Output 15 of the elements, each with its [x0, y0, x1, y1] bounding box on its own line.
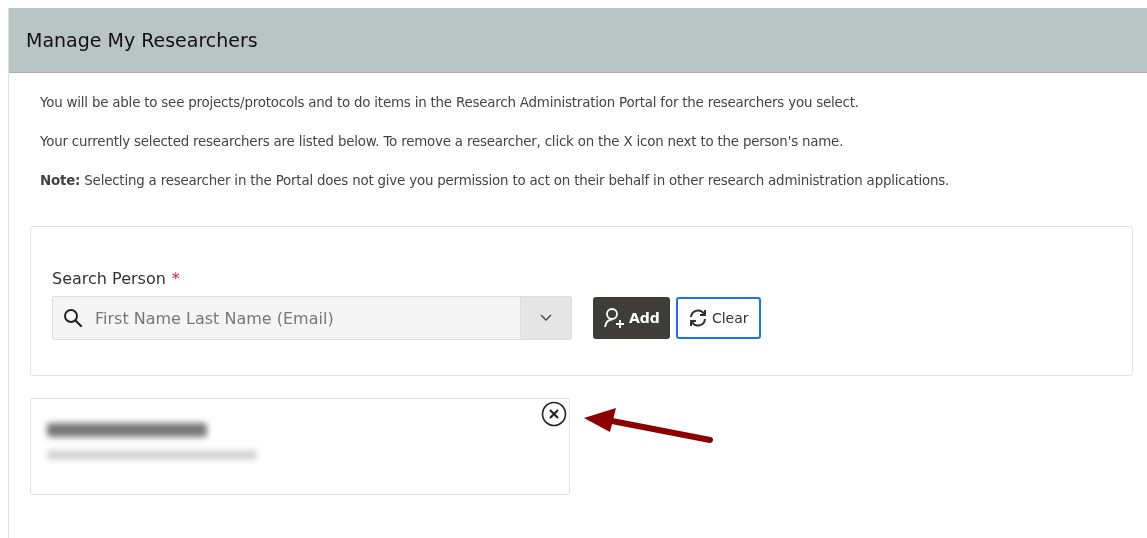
intro-text: Note: Selecting a researcher in the Portal does not give you permission to act on their behalf in other research administration applications. — [40, 173, 951, 188]
page-title: Manage My Researchers — [26, 29, 258, 51]
chevron-down-icon — [540, 314, 552, 322]
intro-text: You will be able to see projects/protocols and to do items in the Research Administration Portal for the researchers you select. — [40, 95, 860, 110]
field-label: Search Person — [52, 269, 166, 288]
add-person-icon — [603, 307, 625, 329]
intro-text: Your currently selected researchers are listed below. To remove a researcher, click on the X icon next to the person's name. — [40, 134, 845, 149]
clear-button[interactable]: Clear — [675, 297, 761, 339]
search-input[interactable]: First Name Last Name (Email) — [93, 307, 520, 329]
search-combobox[interactable]: First Name Last Name (Email) — [52, 296, 572, 340]
remove-icon[interactable] — [541, 401, 567, 427]
required-mark: * — [171, 269, 180, 288]
refresh-icon — [687, 308, 708, 328]
search-icon — [63, 308, 83, 328]
add-button[interactable]: Add — [593, 297, 670, 339]
